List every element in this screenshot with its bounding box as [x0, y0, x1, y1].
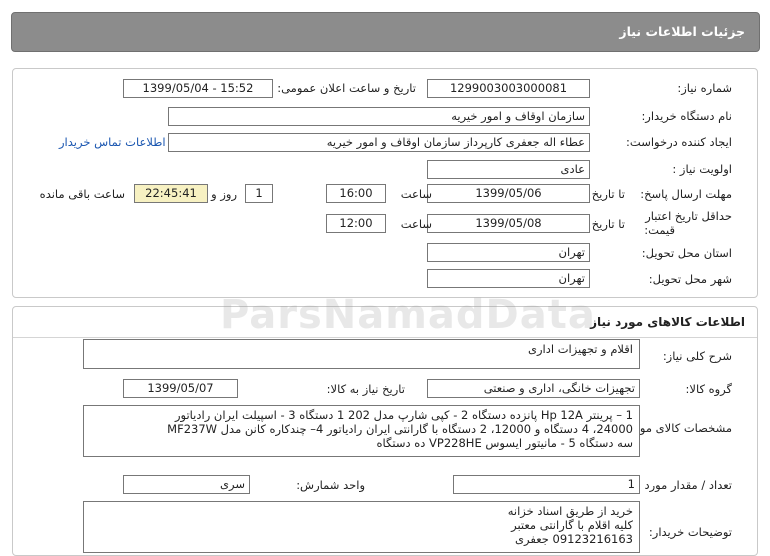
goods-info-panel: اطلاعات کالاهای مورد نیاز شرح کلی نیاز: … — [12, 306, 758, 556]
buyer-org-field: سازمان اوقاف و امور خیریه — [168, 107, 590, 126]
days-label: روز و — [211, 187, 237, 201]
remaining-time-field: 22:45:41 — [134, 184, 208, 203]
priority-label: اولویت نیاز : — [672, 162, 732, 176]
priority-field: عادی — [427, 160, 590, 179]
validity-date-field: 1399/05/08 — [427, 214, 590, 233]
need-number-field: 1299003003000081 — [427, 79, 590, 98]
remaining-days-field: 1 — [245, 184, 273, 203]
province-field: تهران — [427, 243, 590, 262]
unit-label: واحد شمارش: — [296, 478, 365, 492]
deadline-date-field: 1399/05/06 — [427, 184, 590, 203]
remaining-time-label: ساعت باقی مانده — [39, 187, 125, 201]
page-title: جزئیات اطلاعات نیاز — [619, 24, 745, 39]
need-details-panel: شماره نیاز: 1299003003000081 تاریخ و ساع… — [12, 68, 758, 298]
validity-label-line2: قیمت: — [644, 223, 675, 237]
general-desc-field: اقلام و تجهیزات اداری — [83, 339, 640, 369]
unit-field: سری — [123, 475, 250, 494]
specs-field: 1 – پرینتر Hp 12A پانزده دستگاه 2 - کپی … — [83, 405, 640, 457]
city-label: شهر محل تحویل: — [648, 272, 732, 286]
buyer-notes-line-3: 09123216163 جعفری — [515, 532, 633, 546]
need-date-field: 1399/05/07 — [123, 379, 238, 398]
quantity-field: 1 — [453, 475, 640, 494]
goods-group-field: تجهیزات خانگی، اداری و صنعتی — [427, 379, 640, 398]
buyer-notes-line-1: خرید از طریق اسناد خزانه — [507, 504, 633, 518]
validity-to-date-label: تا تاریخ : — [584, 217, 625, 231]
validity-label-line1: حداقل تاریخ اعتبار — [645, 209, 732, 223]
announce-datetime-field: 1399/05/04 - 15:52 — [123, 79, 273, 98]
city-field: تهران — [427, 269, 590, 288]
specs-line-3: سه دستگاه 5 - مانیتور ایسوس VP228HE ده د… — [376, 436, 633, 450]
page-header: جزئیات اطلاعات نیاز — [11, 12, 760, 52]
general-desc-label: شرح کلی نیاز: — [662, 349, 732, 363]
deadline-time-label: ساعت — [400, 187, 432, 201]
specs-line-1: 1 – پرینتر Hp 12A پانزده دستگاه 2 - کپی … — [174, 408, 633, 422]
buyer-contact-link[interactable]: اطلاعات تماس خریدار — [59, 135, 166, 149]
deadline-to-date-label: تا تاریخ : — [584, 187, 625, 201]
buyer-notes-line-2: کلیه اقلام با گارانتی معتبر — [511, 518, 633, 532]
announce-datetime-label: تاریخ و ساعت اعلان عمومی: — [277, 81, 416, 95]
province-label: استان محل تحویل: — [641, 246, 732, 260]
requester-label: ایجاد کننده درخواست: — [626, 135, 732, 149]
requester-field: عطاء اله جعفری کارپرداز سازمان اوقاف و ا… — [168, 133, 590, 152]
need-date-label: تاریخ نیاز به کالا: — [326, 382, 405, 396]
buyer-org-label: نام دستگاه خریدار: — [641, 109, 732, 123]
goods-section-title: اطلاعات کالاهای مورد نیاز — [590, 315, 745, 329]
section-divider — [13, 337, 757, 338]
specs-line-2: 24000، 4 دستگاه و 12000، 2 دستگاه با گار… — [167, 422, 633, 436]
deadline-time-field: 16:00 — [326, 184, 386, 203]
validity-time-field: 12:00 — [326, 214, 386, 233]
buyer-notes-label: توضیحات خریدار: — [648, 525, 732, 539]
general-desc-text: اقلام و تجهیزات اداری — [527, 342, 633, 356]
validity-time-label: ساعت — [400, 217, 432, 231]
deadline-label: مهلت ارسال پاسخ: — [640, 187, 732, 201]
need-number-label: شماره نیاز: — [677, 81, 732, 95]
goods-group-label: گروه کالا: — [685, 382, 732, 396]
buyer-notes-field: خرید از طریق اسناد خزانه کلیه اقلام با گ… — [83, 501, 640, 553]
